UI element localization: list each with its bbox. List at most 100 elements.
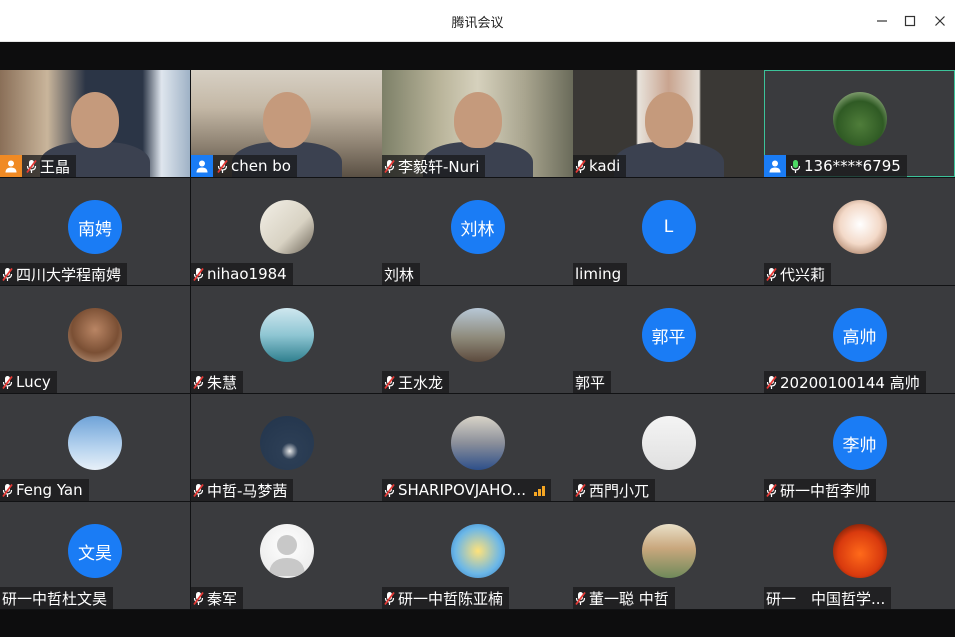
participant-name: 王晶	[40, 157, 71, 176]
mic-muted-icon	[766, 375, 777, 389]
avatar: 郭平	[641, 308, 696, 362]
participant-name: 研一中哲李帅	[780, 481, 871, 500]
mic-muted-icon	[193, 375, 204, 389]
mic-muted-icon	[575, 483, 586, 497]
avatar	[832, 524, 887, 578]
avatar	[641, 524, 696, 578]
avatar: 李帅	[832, 416, 887, 470]
bottom-black-band	[0, 610, 955, 637]
mic-muted-icon	[2, 375, 13, 389]
participant-name: 四川大学程南娉	[16, 265, 122, 284]
maximize-icon	[904, 15, 916, 27]
participant-name-label: 中哲-马梦茜	[191, 479, 294, 501]
mic-muted-icon	[26, 159, 37, 173]
participant-name-label: 董一聪 中哲	[573, 587, 675, 609]
avatar	[450, 524, 505, 578]
avatar	[259, 308, 314, 362]
participant-name: 中哲-马梦茜	[207, 481, 288, 500]
avatar	[641, 416, 696, 470]
participant-name-label: 研一中哲杜文昊	[0, 587, 114, 609]
title-bar: 腾讯会议	[0, 0, 955, 42]
maximize-button[interactable]	[900, 11, 920, 31]
avatar	[259, 524, 314, 578]
participant-tile[interactable]: 南娉 四川大学程南娉	[0, 178, 190, 285]
participant-tile[interactable]: 136****6795	[764, 70, 955, 177]
participant-grid: 王晶 chen bo 李毅轩-Nuri kadi 136****6795 南娉 四川大学程南…	[0, 70, 955, 610]
participant-name: kadi	[589, 157, 621, 175]
host-badge-icon	[0, 155, 22, 177]
participant-tile[interactable]: 董一聪 中哲	[573, 502, 764, 609]
participant-name: 研一中哲陈亚楠	[398, 589, 504, 608]
avatar: L	[641, 200, 696, 254]
participant-tile[interactable]: SHARIPOVJAHO...	[382, 394, 573, 501]
participant-name: 朱慧	[207, 373, 238, 392]
participant-name-label: 郭平	[573, 371, 612, 393]
participant-name-label: 四川大学程南娉	[0, 263, 128, 285]
avatar: 刘林	[450, 200, 505, 254]
default-person-icon	[268, 535, 305, 576]
participant-tile[interactable]: 中哲-马梦茜	[191, 394, 382, 501]
participant-name-label: kadi	[573, 155, 627, 177]
participant-tile[interactable]: 文昊研一中哲杜文昊	[0, 502, 190, 609]
minimize-button[interactable]	[872, 11, 892, 31]
mic-muted-icon	[766, 483, 777, 497]
participant-tile[interactable]: 王晶	[0, 70, 190, 177]
participant-name: 李毅轩-Nuri	[398, 157, 480, 176]
participant-name: 136****6795	[804, 157, 901, 175]
avatar	[450, 416, 505, 470]
person-silhouette	[644, 92, 693, 148]
participant-name-label: 136****6795	[764, 155, 907, 177]
participant-tile[interactable]: 研一 中国哲学...	[764, 502, 955, 609]
participant-tile[interactable]: 秦军	[191, 502, 382, 609]
avatar	[832, 92, 887, 146]
person-silhouette	[71, 92, 119, 148]
participant-tile[interactable]: 高帅 20200100144 高帅	[764, 286, 955, 393]
participant-tile[interactable]: 李毅轩-Nuri	[382, 70, 573, 177]
participant-tile[interactable]: kadi	[573, 70, 764, 177]
participant-name-label: 20200100144 高帅	[764, 371, 926, 393]
avatar	[450, 308, 505, 362]
participant-name: nihao1984	[207, 265, 287, 283]
mic-muted-icon	[217, 159, 228, 173]
participant-tile[interactable]: nihao1984	[191, 178, 382, 285]
avatar: 文昊	[68, 524, 122, 578]
participant-tile[interactable]: 郭平 郭平	[573, 286, 764, 393]
participant-tile[interactable]: 代兴莉	[764, 178, 955, 285]
minimize-icon	[877, 20, 887, 22]
close-icon	[935, 16, 945, 26]
participant-tile[interactable]: Lliming	[573, 178, 764, 285]
participant-name-label: 王水龙	[382, 371, 450, 393]
weak-signal-icon	[533, 485, 545, 496]
participant-tile[interactable]: 李帅研一中哲李帅	[764, 394, 955, 501]
mic-muted-icon	[384, 375, 395, 389]
participant-name-label: chen bo	[191, 155, 297, 177]
avatar	[832, 200, 887, 254]
mic-on-icon	[790, 159, 801, 173]
participant-name: 王水龙	[398, 373, 444, 392]
participant-tile[interactable]: Lucy	[0, 286, 190, 393]
participant-tile[interactable]: 研一中哲陈亚楠	[382, 502, 573, 609]
participant-name-label: 研一中哲李帅	[764, 479, 877, 501]
participant-name-label: 秦军	[191, 587, 244, 609]
person-silhouette	[453, 92, 502, 148]
participant-tile[interactable]: 王水龙	[382, 286, 573, 393]
participant-tile[interactable]: 朱慧	[191, 286, 382, 393]
participant-name: 20200100144 高帅	[780, 373, 920, 392]
avatar	[68, 308, 122, 362]
participant-name-label: Lucy	[0, 371, 57, 393]
meeting-window: 腾讯会议 王晶 chen bo 李毅轩-Nuri kadi 136****6795 南娉四…	[0, 0, 955, 637]
top-black-band	[0, 42, 955, 70]
mic-muted-icon	[766, 267, 777, 281]
avatar	[259, 416, 314, 470]
participant-name: 郭平	[575, 373, 606, 392]
participant-name: liming	[575, 265, 622, 283]
participant-name-label: 代兴莉	[764, 263, 832, 285]
participant-name: 西門小兀	[589, 481, 650, 500]
participant-tile[interactable]: 刘林 刘林	[382, 178, 573, 285]
close-button[interactable]	[930, 11, 950, 31]
participant-name-label: nihao1984	[191, 263, 293, 285]
participant-tile[interactable]: 西門小兀	[573, 394, 764, 501]
participant-tile[interactable]: chen bo	[191, 70, 382, 177]
participant-tile[interactable]: Feng Yan	[0, 394, 190, 501]
avatar	[68, 416, 122, 470]
